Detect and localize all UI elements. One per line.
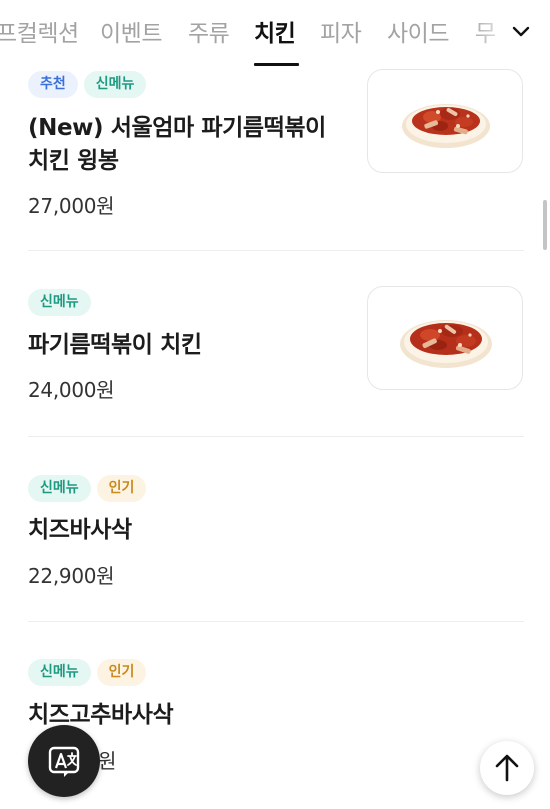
menu-item-price: 24,000원 [28, 378, 115, 402]
active-tab-underline [254, 63, 299, 66]
badge-new: 신메뉴 [28, 289, 91, 316]
menu-item-image[interactable] [367, 69, 523, 173]
tab-pizza[interactable]: 피자 [320, 14, 362, 48]
tab-liquor[interactable]: 주류 [188, 14, 230, 48]
badge-recommend: 추천 [28, 71, 78, 98]
menu-item-price: 원 [98, 749, 117, 773]
badge-popular: 인기 [96, 475, 147, 502]
tab-side[interactable]: 사이드 [387, 14, 449, 48]
badge-group: 신메뉴 인기 [28, 659, 147, 686]
menu-item-name: (New) 서울엄마 파기름떡볶이 치킨 윙봉 [28, 115, 326, 174]
tab-chicken[interactable]: 치킨 [254, 14, 296, 48]
menu-item-price: 22,900원 [28, 564, 115, 588]
translate-button[interactable] [28, 725, 100, 797]
tteokbokki-chicken-image [402, 104, 490, 148]
menu-item-image[interactable] [367, 286, 523, 390]
badge-new: 신메뉴 [83, 71, 147, 98]
tab-collection[interactable]: 프컬렉션 [0, 14, 79, 48]
badge-group: 신메뉴 인기 [28, 475, 147, 502]
translate-icon [48, 746, 80, 777]
badge-group: 추천 신메뉴 [28, 71, 147, 98]
menu-page: 프컬렉션 이벤트 주류 치킨 피자 사이드 무 추천 신메뉴 (New) 서울엄… [0, 0, 550, 809]
menu-item-name: 파기름떡볶이 치킨 [28, 332, 202, 358]
chevron-down-icon[interactable] [510, 20, 532, 42]
badge-group: 신메뉴 [28, 289, 91, 316]
scroll-top-button[interactable] [480, 741, 534, 795]
arrow-up-icon [495, 754, 519, 782]
menu-item-price: 27,000원 [28, 194, 115, 218]
tab-event[interactable]: 이벤트 [100, 14, 162, 48]
badge-new: 신메뉴 [28, 659, 91, 686]
tteokbokki-chicken-image [400, 320, 492, 368]
scrollbar[interactable] [543, 200, 547, 250]
badge-popular: 인기 [96, 659, 147, 686]
menu-item-name: 치즈바사삭 [28, 517, 132, 543]
category-tabs: 프컬렉션 이벤트 주류 치킨 피자 사이드 무 [0, 0, 550, 66]
item-divider [28, 621, 524, 622]
badge-new: 신메뉴 [28, 475, 91, 502]
item-divider [28, 436, 524, 437]
item-divider [28, 250, 524, 251]
